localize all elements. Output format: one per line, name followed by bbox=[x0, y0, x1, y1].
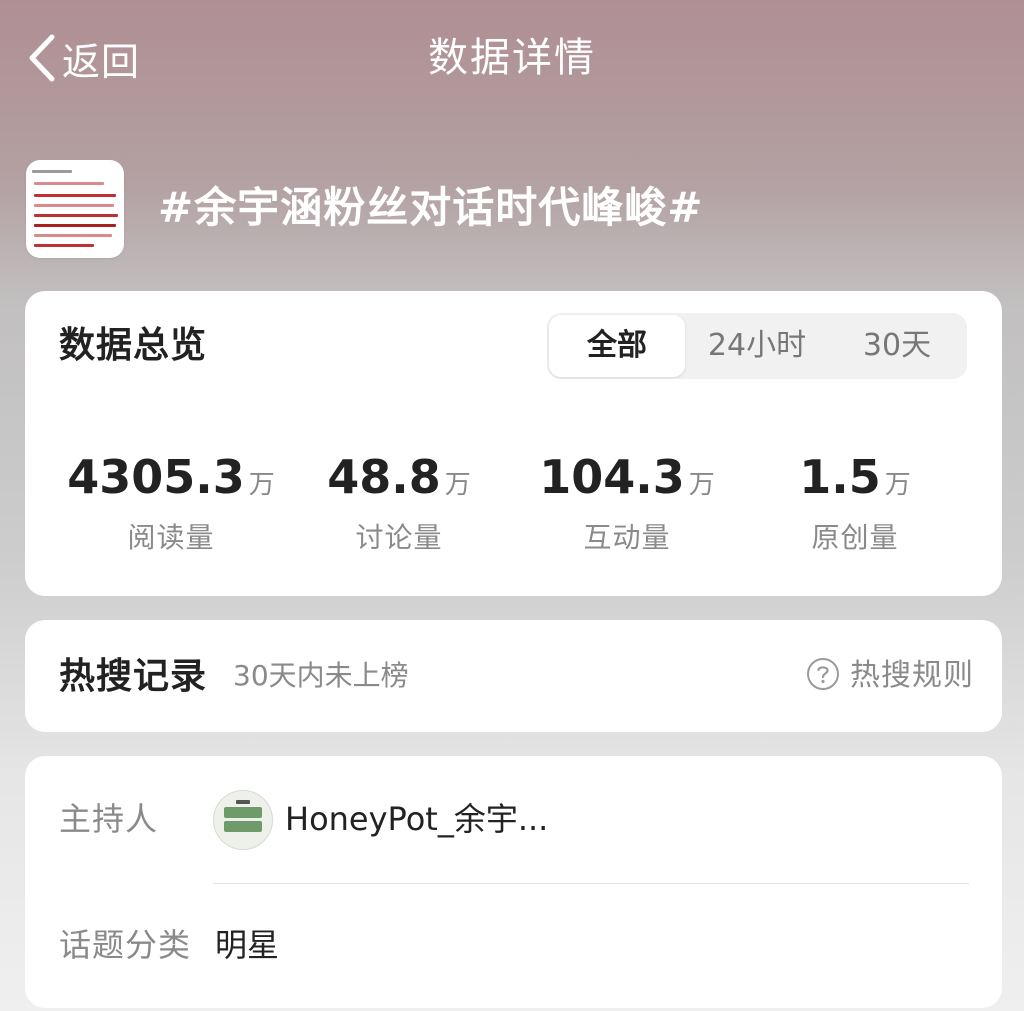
stat-value: 1.5 bbox=[799, 450, 881, 504]
stat-value: 104.3 bbox=[539, 450, 685, 504]
hot-search-rules-link[interactable]: 热搜规则 bbox=[806, 654, 974, 698]
stat-unit: 万 bbox=[444, 470, 471, 500]
top-bar: 返回 数据详情 bbox=[0, 0, 1024, 120]
avatar[interactable] bbox=[213, 790, 273, 850]
tab-30d[interactable]: 30天 bbox=[827, 313, 967, 379]
topic-thumbnail bbox=[26, 160, 124, 258]
host-label: 主持人 bbox=[59, 800, 159, 838]
tab-24h[interactable]: 24小时 bbox=[687, 313, 827, 379]
tab-all[interactable]: 全部 bbox=[549, 315, 685, 377]
overview-heading: 数据总览 bbox=[59, 325, 208, 366]
hot-search-card: 热搜记录 30天内未上榜 热搜规则 bbox=[25, 620, 1002, 732]
stat-interactions: 104.3 万 互动量 bbox=[513, 449, 741, 558]
stat-label: 阅读量 bbox=[127, 521, 215, 554]
hot-search-rules-label: 热搜规则 bbox=[850, 658, 974, 693]
stat-discussions: 48.8 万 讨论量 bbox=[285, 449, 513, 558]
topic-info-card: 主持人 HoneyPot_余宇... 话题分类 明星 bbox=[25, 756, 1002, 1008]
topic-title: #余宇涵粉丝对话时代峰峻# bbox=[158, 183, 704, 232]
stat-label: 讨论量 bbox=[355, 521, 443, 554]
stat-unit: 万 bbox=[688, 470, 715, 500]
category-value: 明星 bbox=[215, 926, 280, 964]
host-name[interactable]: HoneyPot_余宇... bbox=[285, 796, 548, 842]
category-label: 话题分类 bbox=[59, 926, 192, 964]
stat-reads: 4305.3 万 阅读量 bbox=[57, 449, 285, 558]
stat-originals: 1.5 万 原创量 bbox=[741, 449, 969, 558]
stat-value: 4305.3 bbox=[67, 450, 245, 504]
page-title: 数据详情 bbox=[428, 35, 596, 81]
question-circle-icon bbox=[806, 657, 840, 695]
stat-label: 原创量 bbox=[811, 521, 899, 554]
hot-search-heading: 热搜记录 bbox=[59, 656, 208, 697]
time-range-tabs: 全部 24小时 30天 bbox=[547, 313, 967, 379]
stat-label: 互动量 bbox=[583, 521, 671, 554]
hot-search-status: 30天内未上榜 bbox=[233, 659, 409, 692]
overview-card: 数据总览 全部 24小时 30天 4305.3 万 阅读量 48.8 万 讨论量 1… bbox=[25, 291, 1002, 596]
stat-unit: 万 bbox=[884, 470, 911, 500]
stat-unit: 万 bbox=[248, 470, 275, 500]
divider bbox=[213, 883, 969, 884]
stat-value: 48.8 bbox=[327, 450, 441, 504]
